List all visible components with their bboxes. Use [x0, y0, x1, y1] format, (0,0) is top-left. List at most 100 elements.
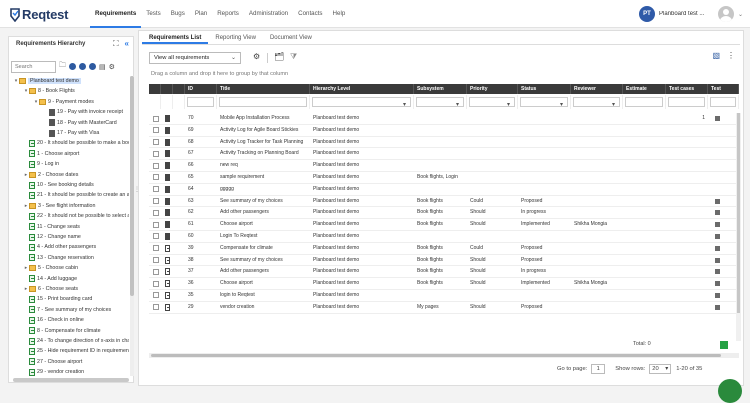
cell-title[interactable]: Activity Log for Agile Board Stickies — [217, 125, 310, 136]
table-row[interactable]: 66 new req Planboard test demo — [149, 160, 739, 172]
column-header[interactable]: Subsystem — [414, 84, 467, 94]
cell-title[interactable]: Login To Reqtest — [217, 231, 310, 242]
tree-node[interactable]: 22 - It should not be possible to select… — [23, 211, 129, 221]
table-row[interactable]: 62 Add other passengers Planboard test dem… — [149, 207, 739, 220]
cell-title[interactable]: ggggg — [217, 184, 310, 195]
nav-item-help[interactable]: Help — [328, 0, 351, 28]
row-checkbox[interactable] — [153, 127, 159, 134]
tree-node[interactable]: 15 - Print boarding card — [23, 294, 92, 304]
column-filter[interactable] — [625, 97, 663, 107]
tree-node[interactable]: 17 - Pay with Visa — [43, 128, 99, 138]
cell-title[interactable]: Activity Tracking on Planning Board — [217, 148, 310, 159]
row-checkbox[interactable] — [153, 174, 159, 181]
nav-item-administration[interactable]: Administration — [244, 0, 293, 28]
row-checkbox[interactable] — [153, 198, 159, 205]
more-icon[interactable]: ⋮ — [727, 51, 735, 60]
row-checkbox[interactable] — [153, 304, 159, 311]
tree-node[interactable]: ▸ 3 - See flight information — [23, 201, 95, 211]
help-chat-button[interactable] — [718, 379, 742, 403]
cell-title[interactable]: Add other passengers — [217, 207, 310, 218]
tree-node[interactable]: 1 - Choose airport — [23, 149, 79, 159]
tree-node[interactable]: 27 - Choose airport — [23, 357, 82, 367]
table-row[interactable]: 39 Compensate for climate Planboard test d… — [149, 243, 739, 255]
tree-horizontal-scrollbar[interactable] — [13, 378, 129, 382]
tab-reporting-view[interactable]: Reporting View — [208, 33, 263, 44]
settings-icon[interactable]: ⚙ — [109, 63, 115, 71]
column-header[interactable]: Reviewer — [571, 84, 623, 94]
table-row[interactable]: 61 Choose airport Planboard test demo Book … — [149, 219, 739, 231]
cell-title[interactable]: new req — [217, 160, 310, 171]
nav-item-tests[interactable]: Tests — [141, 0, 165, 28]
table-row[interactable]: 68 Activity Log Tracker for Task Planning… — [149, 137, 739, 149]
column-filter[interactable] — [219, 97, 307, 107]
row-checkbox[interactable] — [153, 139, 159, 146]
column-header[interactable]: Estimate — [623, 84, 666, 94]
row-checkbox[interactable] — [153, 245, 159, 252]
column-filter[interactable] — [416, 97, 464, 108]
nav-item-contacts[interactable]: Contacts — [293, 0, 327, 28]
cell-title[interactable]: Choose airport — [217, 278, 310, 289]
rows-select[interactable]: 20 — [649, 364, 672, 374]
cell-title[interactable]: Activity Log Tracker for Task Planning — [217, 137, 310, 148]
column-header[interactable]: Priority — [467, 84, 518, 94]
tree-node[interactable]: ▾ 8 - Book Flights — [23, 86, 75, 96]
tree-node[interactable]: 21 - It should be possible to create an … — [23, 190, 129, 200]
table-row[interactable]: 67 Activity Tracking on Planning Board Pla… — [149, 148, 739, 161]
collapse-icon[interactable]: « — [125, 39, 129, 49]
tree-node[interactable]: ▾ 9 - Payment modes — [33, 97, 94, 107]
view-select[interactable]: View all requirements ⌄ — [149, 52, 241, 64]
column-header[interactable]: Title — [217, 84, 310, 94]
nav-item-requirements[interactable]: Requirements — [90, 0, 142, 28]
tree-node[interactable]: ▾ Planboard test demo — [13, 76, 81, 86]
tree-node[interactable]: 7 - See summary of my choices — [23, 305, 111, 315]
column-header[interactable] — [149, 84, 161, 94]
tree-node[interactable]: 12 - Change name — [23, 232, 81, 242]
tree-node[interactable]: 8 - Compensate for climate — [23, 326, 101, 336]
cell-title[interactable]: Compensate for climate — [217, 243, 310, 254]
tree-node[interactable]: 18 - Pay with MasterCard — [43, 118, 117, 128]
row-checkbox[interactable] — [153, 115, 159, 122]
tree-node[interactable]: 19 - Pay with invoice receipt — [43, 107, 123, 117]
tree-node[interactable]: ▸ 5 - Choose cabin — [23, 263, 78, 273]
search-input[interactable] — [11, 60, 56, 73]
tree-node[interactable]: 29 - vendor creation — [23, 367, 84, 377]
column-filter[interactable] — [312, 97, 411, 108]
tree-scrollbar[interactable] — [130, 76, 134, 376]
cell-title[interactable]: Choose airport — [217, 219, 310, 230]
table-row[interactable]: 38 See summary of my choices Planboard tes… — [149, 255, 739, 267]
row-checkbox[interactable] — [153, 150, 159, 157]
tab-requirements-list[interactable]: Requirements List — [142, 33, 209, 44]
column-header[interactable]: ID — [185, 84, 217, 94]
filter-icon[interactable]: ⧩ — [290, 52, 297, 62]
cell-title[interactable]: Mobile App Installation Process — [217, 113, 310, 124]
nav-item-plan[interactable]: Plan — [190, 0, 212, 28]
cell-title[interactable]: See summary of my choices — [217, 255, 310, 266]
fullscreen-icon[interactable]: ⛶ — [113, 39, 119, 49]
table-row[interactable]: 36 Choose airport Planboard test demo Book … — [149, 278, 739, 290]
column-filter[interactable] — [520, 97, 568, 108]
tree-node[interactable]: 11 - Change seats — [23, 222, 80, 232]
column-filter[interactable] — [710, 97, 736, 107]
column-header[interactable] — [161, 84, 173, 94]
column-filter[interactable] — [187, 97, 214, 107]
tree-node[interactable]: 9 - Log in — [23, 159, 59, 169]
column-header[interactable] — [173, 84, 185, 94]
table-row[interactable]: 70 Mobile App Installation Process Planboa… — [149, 113, 739, 125]
tree-node[interactable]: 25 - Hide requirement ID in requirement … — [23, 346, 129, 356]
table-vertical-scrollbar[interactable] — [736, 113, 741, 341]
excel-icon[interactable]: ▧ — [712, 51, 720, 60]
row-checkbox[interactable] — [153, 292, 159, 299]
tree-node[interactable]: 13 - Change reservation — [23, 253, 94, 263]
tree-node[interactable]: 10 - See booking details — [23, 180, 94, 190]
export-icon[interactable]: ▤ — [99, 63, 106, 71]
cell-title[interactable]: login to Reqtest — [217, 290, 310, 301]
tree-node[interactable]: 16 - Check in online — [23, 315, 84, 325]
cell-title[interactable]: sample requirement — [217, 172, 310, 183]
table-row[interactable]: 65 sample requirement Planboard test demo B… — [149, 172, 739, 184]
add-icon[interactable] — [69, 63, 76, 70]
nav-item-bugs[interactable]: Bugs — [166, 0, 190, 28]
logo[interactable]: Reqtest — [9, 7, 68, 22]
tree-node[interactable]: 14 - Add luggage — [23, 274, 77, 284]
row-checkbox[interactable] — [153, 257, 159, 264]
table-horizontal-scrollbar[interactable] — [149, 353, 739, 358]
